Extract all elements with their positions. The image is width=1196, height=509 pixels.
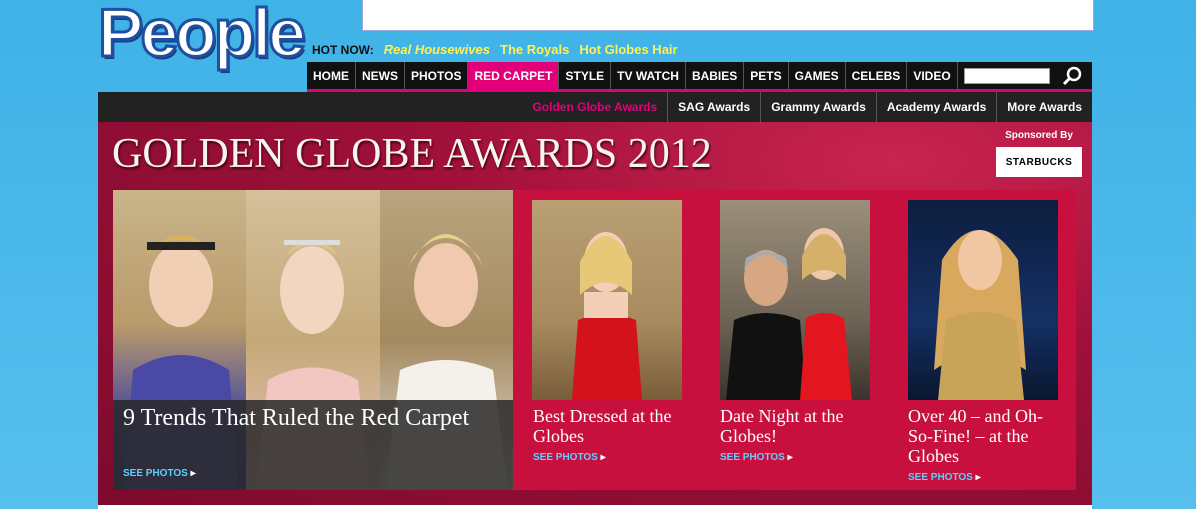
card-photo-1 bbox=[532, 200, 682, 400]
nav-red-carpet[interactable]: RED CARPET bbox=[468, 62, 560, 89]
nav-news[interactable]: NEWS bbox=[356, 62, 405, 89]
subnav-grammy-awards[interactable]: Grammy Awards bbox=[760, 92, 876, 122]
nav-home[interactable]: HOME bbox=[307, 62, 356, 89]
hot-now-link-the-royals[interactable]: The Royals bbox=[500, 42, 569, 57]
nav-babies[interactable]: BABIES bbox=[686, 62, 745, 89]
hot-now-bar: HOT NOW: Real Housewives The Royals Hot … bbox=[312, 42, 678, 57]
search-input[interactable] bbox=[963, 67, 1050, 84]
nav-video[interactable]: VIDEO bbox=[907, 62, 958, 89]
hot-now-link-hot-globes-hair[interactable]: Hot Globes Hair bbox=[579, 42, 677, 57]
people-logo[interactable]: People bbox=[97, 0, 308, 88]
nav-tv-watch[interactable]: TV WATCH bbox=[611, 62, 686, 89]
see-photos-label: SEE PHOTOS bbox=[533, 452, 598, 463]
arrow-right-icon: ▸ bbox=[600, 452, 606, 463]
subnav-sag-awards[interactable]: SAG Awards bbox=[667, 92, 760, 122]
arrow-right-icon: ▸ bbox=[190, 468, 196, 479]
see-photos-label: SEE PHOTOS bbox=[908, 472, 973, 483]
golden-globe-module: GOLDEN GLOBE AWARDS 2012 Sponsored By ST… bbox=[98, 122, 1092, 509]
feature-trends[interactable]: 9 Trends That Ruled the Red Carpet SEE P… bbox=[113, 190, 513, 490]
module-title: GOLDEN GLOBE AWARDS 2012 bbox=[112, 131, 712, 177]
nav-pets[interactable]: PETS bbox=[744, 62, 789, 89]
nav-games[interactable]: GAMES bbox=[789, 62, 846, 89]
logo-text: People bbox=[97, 0, 308, 73]
arrow-right-icon: ▸ bbox=[787, 452, 793, 463]
search-area bbox=[958, 62, 1086, 89]
card-1-see-photos[interactable]: SEE PHOTOS ▸ bbox=[533, 452, 606, 463]
nav-photos[interactable]: PHOTOS bbox=[405, 62, 469, 89]
card-3-see-photos[interactable]: SEE PHOTOS ▸ bbox=[908, 472, 981, 483]
nav-celebs[interactable]: CELEBS bbox=[846, 62, 908, 89]
bottom-divider bbox=[98, 505, 1092, 509]
nav-style[interactable]: STYLE bbox=[559, 62, 612, 89]
awards-subnav: Golden Globe Awards SAG Awards Grammy Aw… bbox=[98, 92, 1092, 122]
top-ad-banner[interactable] bbox=[362, 0, 1094, 31]
card-3-headline[interactable]: Over 40 – and Oh-So-Fine! – at the Globe… bbox=[908, 406, 1058, 466]
hot-now-link-real-housewives[interactable]: Real Housewives bbox=[384, 42, 490, 57]
card-2-see-photos[interactable]: SEE PHOTOS ▸ bbox=[720, 452, 793, 463]
subnav-golden-globe-awards[interactable]: Golden Globe Awards bbox=[522, 92, 667, 122]
arrow-right-icon: ▸ bbox=[975, 472, 981, 483]
card-photo-3 bbox=[908, 200, 1058, 400]
main-nav: HOME NEWS PHOTOS RED CARPET STYLE TV WAT… bbox=[307, 62, 1092, 92]
feature-caption: 9 Trends That Ruled the Red Carpet SEE P… bbox=[113, 400, 513, 490]
card-over-40[interactable]: Over 40 – and Oh-So-Fine! – at the Globe… bbox=[888, 190, 1076, 490]
feature-headline[interactable]: 9 Trends That Ruled the Red Carpet bbox=[123, 404, 503, 433]
feature-see-photos[interactable]: SEE PHOTOS ▸ bbox=[123, 468, 196, 479]
subnav-academy-awards[interactable]: Academy Awards bbox=[875, 92, 996, 122]
starbucks-logo[interactable]: STARBUCKS bbox=[996, 147, 1082, 177]
sponsored-by-label: Sponsored By bbox=[1005, 130, 1073, 141]
card-date-night[interactable]: Date Night at the Globes! SEE PHOTOS ▸ bbox=[700, 190, 888, 490]
subnav-more-awards[interactable]: More Awards bbox=[996, 92, 1092, 122]
hot-now-label: HOT NOW: bbox=[312, 42, 374, 57]
search-icon[interactable] bbox=[1060, 66, 1086, 86]
card-1-headline[interactable]: Best Dressed at the Globes bbox=[533, 406, 683, 446]
card-photo-2 bbox=[720, 200, 870, 400]
card-2-headline[interactable]: Date Night at the Globes! bbox=[720, 406, 870, 446]
see-photos-label: SEE PHOTOS bbox=[720, 452, 785, 463]
card-best-dressed[interactable]: Best Dressed at the Globes SEE PHOTOS ▸ bbox=[513, 190, 700, 490]
see-photos-label: SEE PHOTOS bbox=[123, 468, 188, 479]
sponsor-block: Sponsored By STARBUCKS bbox=[996, 130, 1082, 177]
